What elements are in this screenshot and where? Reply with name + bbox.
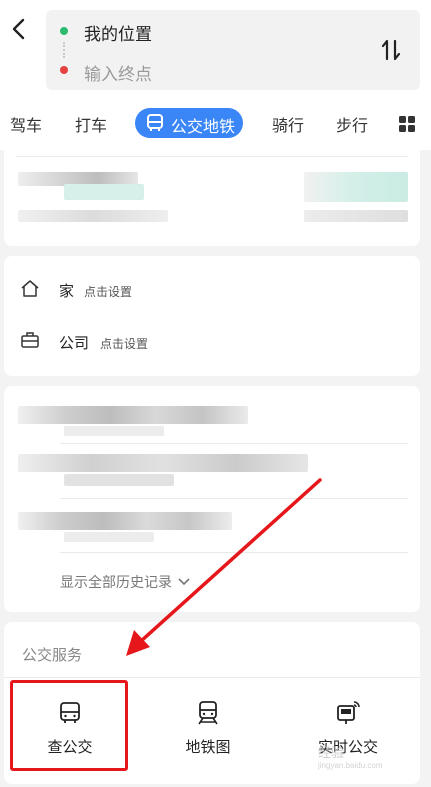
annotation-arrow-icon: [126, 478, 322, 656]
watermark: 经验 jingyan.baidu.com: [318, 742, 382, 770]
watermark-main: 经验: [318, 745, 345, 760]
watermark-sub: jingyan.baidu.com: [318, 761, 383, 770]
